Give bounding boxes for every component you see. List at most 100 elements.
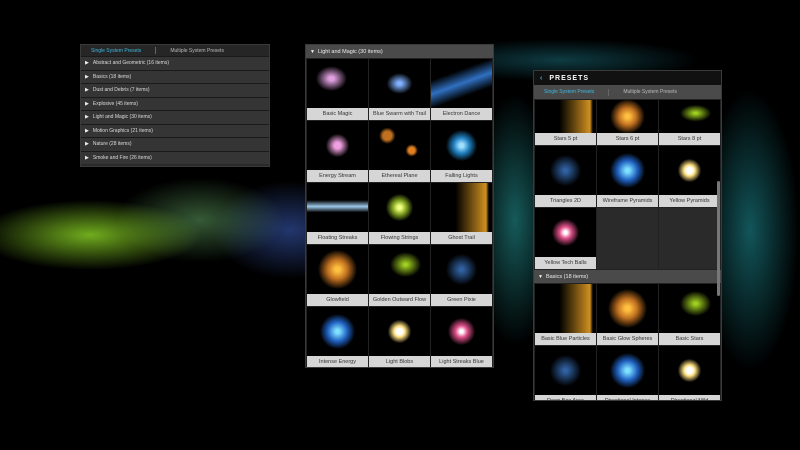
- category-label: Motion Graphics (21 items): [92, 127, 153, 134]
- preset-floating-streaks[interactable]: Floating Streaks: [307, 183, 368, 244]
- preset-label: Flowing Strings: [369, 232, 430, 244]
- section-title: Light and Magic (30 items): [317, 48, 383, 55]
- preset-thumbnail: [597, 100, 658, 133]
- preset-thumbnail: [369, 245, 430, 294]
- preset-thumbnail: [431, 245, 492, 294]
- preset-label: Green Pixie: [431, 294, 492, 306]
- preset-electron-dance[interactable]: Electron Dance: [431, 59, 492, 120]
- preset-basic-blue-particles[interactable]: Basic Blue Particles: [535, 284, 596, 345]
- preset-thumbnail: [307, 59, 368, 108]
- category-label: Light and Magic (30 items): [92, 114, 152, 121]
- preset-basic-stars[interactable]: Basic Stars: [659, 284, 720, 345]
- preset-thumbnail: [597, 284, 658, 333]
- expand-icon: ▶: [85, 154, 89, 161]
- preset-wireframe-pyramids[interactable]: Wireframe Pyramids: [597, 146, 658, 207]
- preset-label: Stars 8 pt: [659, 133, 720, 145]
- preset-yellow-tech-balls[interactable]: Yellow Tech Balls: [535, 208, 596, 269]
- preset-triangles-2d[interactable]: Triangles 2D: [535, 146, 596, 207]
- preset-thumbnail: [307, 245, 368, 294]
- category-label: Basics (18 items): [92, 73, 132, 80]
- preset-thumbnail: [535, 346, 596, 395]
- tab-single-system[interactable]: Single System Presets: [91, 48, 141, 54]
- preset-label: Directional Mild: [659, 395, 720, 400]
- expand-icon: ▶: [85, 87, 89, 94]
- tab-single-system[interactable]: Single System Presets: [544, 89, 594, 95]
- preset-ethereal-plane[interactable]: Ethereal Plane: [369, 121, 430, 182]
- preset-thumbnail: [431, 183, 492, 232]
- tab-divider: [608, 88, 610, 96]
- preset-directional-intense[interactable]: Directional Intense: [597, 346, 658, 400]
- preset-label: Directional Intense: [597, 395, 658, 400]
- preset-label: Basic Blue Particles: [535, 333, 596, 345]
- expand-icon: ▶: [85, 127, 89, 134]
- preset-thumbnail: [307, 183, 368, 232]
- expand-icon: ▶: [85, 141, 89, 148]
- tab-divider: [155, 47, 157, 54]
- category-label: Explosive (45 items): [92, 100, 138, 107]
- preset-light-streaks-blue[interactable]: Light Streaks Blue: [431, 307, 492, 367]
- collapse-icon: ▼: [538, 273, 543, 280]
- preset-ghost-trail[interactable]: Ghost Trail: [431, 183, 492, 244]
- section-header[interactable]: ▼ Light and Magic (30 items): [306, 45, 493, 58]
- preset-label: Basic Glow Spheres: [597, 333, 658, 345]
- preset-label: Energy Stream: [307, 170, 368, 182]
- empty-cell: [597, 208, 658, 269]
- preset-label: Deep Box Area: [535, 395, 596, 400]
- preset-golden-outward-flow[interactable]: Golden Outward Flow: [369, 245, 430, 306]
- preset-stars-6-pt[interactable]: Stars 6 pt: [597, 100, 658, 145]
- preset-basic-glow-spheres[interactable]: Basic Glow Spheres: [597, 284, 658, 345]
- preset-thumbnail: [659, 100, 720, 133]
- preset-thumbnail: [307, 307, 368, 356]
- category-row[interactable]: ▶ Motion Graphics (21 items): [81, 123, 269, 137]
- category-row[interactable]: ▶ Explosive (45 items): [81, 96, 269, 110]
- preset-deep-box-area[interactable]: Deep Box Area: [535, 346, 596, 400]
- preset-label: Floating Streaks: [307, 232, 368, 244]
- preset-thumbnail: [307, 121, 368, 170]
- category-row[interactable]: ▶ Nature (28 items): [81, 137, 269, 151]
- empty-cell: [659, 208, 720, 269]
- preset-thumbnail: [431, 59, 492, 108]
- preset-flowing-strings[interactable]: Flowing Strings: [369, 183, 430, 244]
- preset-yellow-pyramids[interactable]: Yellow Pyramids: [659, 146, 720, 207]
- collapse-icon: ▼: [310, 48, 315, 55]
- preset-label: Basic Magic: [307, 108, 368, 120]
- preset-falling-lights[interactable]: Falling Lights: [431, 121, 492, 182]
- preset-label: Ghost Trail: [431, 232, 492, 244]
- preset-light-blobs[interactable]: Light Blobs: [369, 307, 430, 367]
- tab-multiple-system[interactable]: Multiple System Presets: [170, 48, 224, 54]
- category-label: Smoke and Fire (26 items): [92, 154, 152, 161]
- expand-icon: ▶: [85, 100, 89, 107]
- preset-thumbnail: [431, 121, 492, 170]
- section-header-basics[interactable]: ▼ Basics (18 items): [534, 270, 721, 283]
- preset-label: Ethereal Plane: [369, 170, 430, 182]
- preset-directional-mild[interactable]: Directional Mild: [659, 346, 720, 400]
- preset-thumbnail: [535, 208, 596, 257]
- back-icon[interactable]: ‹: [540, 75, 543, 82]
- preset-basic-magic[interactable]: Basic Magic: [307, 59, 368, 120]
- preset-stars-8-pt[interactable]: Stars 8 pt: [659, 100, 720, 145]
- category-row[interactable]: ▶ Basics (18 items): [81, 69, 269, 83]
- preset-stars-5-pt[interactable]: Stars 5 pt: [535, 100, 596, 145]
- preset-thumbnail: [369, 59, 430, 108]
- preset-glowfield[interactable]: Glowfield: [307, 245, 368, 306]
- category-label: Dust and Debris (7 items): [92, 87, 150, 94]
- preset-energy-stream[interactable]: Energy Stream: [307, 121, 368, 182]
- category-label: Nature (28 items): [92, 141, 132, 148]
- preset-intense-energy[interactable]: Intense Energy: [307, 307, 368, 367]
- preset-label: Blue Swarm with Trail: [369, 108, 430, 120]
- presets-tabs: Single System Presets Multiple System Pr…: [534, 85, 721, 99]
- preset-thumbnail: [535, 100, 596, 133]
- scrollbar[interactable]: [717, 181, 720, 296]
- preset-label: Falling Lights: [431, 170, 492, 182]
- category-row[interactable]: ▶ Smoke and Fire (26 items): [81, 150, 269, 164]
- category-tabs: Single System Presets Multiple System Pr…: [81, 45, 269, 56]
- preset-green-pixie[interactable]: Green Pixie: [431, 245, 492, 306]
- category-row[interactable]: ▶ Light and Magic (30 items): [81, 110, 269, 124]
- presets-panel: ‹ PRESETS Single System Presets Multiple …: [533, 70, 722, 401]
- category-row[interactable]: ▶ Dust and Debris (7 items): [81, 83, 269, 97]
- expand-icon: ▶: [85, 73, 89, 80]
- category-row[interactable]: ▶ Abstract and Geometric (16 items): [81, 56, 269, 70]
- tab-multiple-system[interactable]: Multiple System Presets: [623, 89, 677, 95]
- preset-blue-swarm-with-trail[interactable]: Blue Swarm with Trail: [369, 59, 430, 120]
- preset-thumbnail: [597, 146, 658, 195]
